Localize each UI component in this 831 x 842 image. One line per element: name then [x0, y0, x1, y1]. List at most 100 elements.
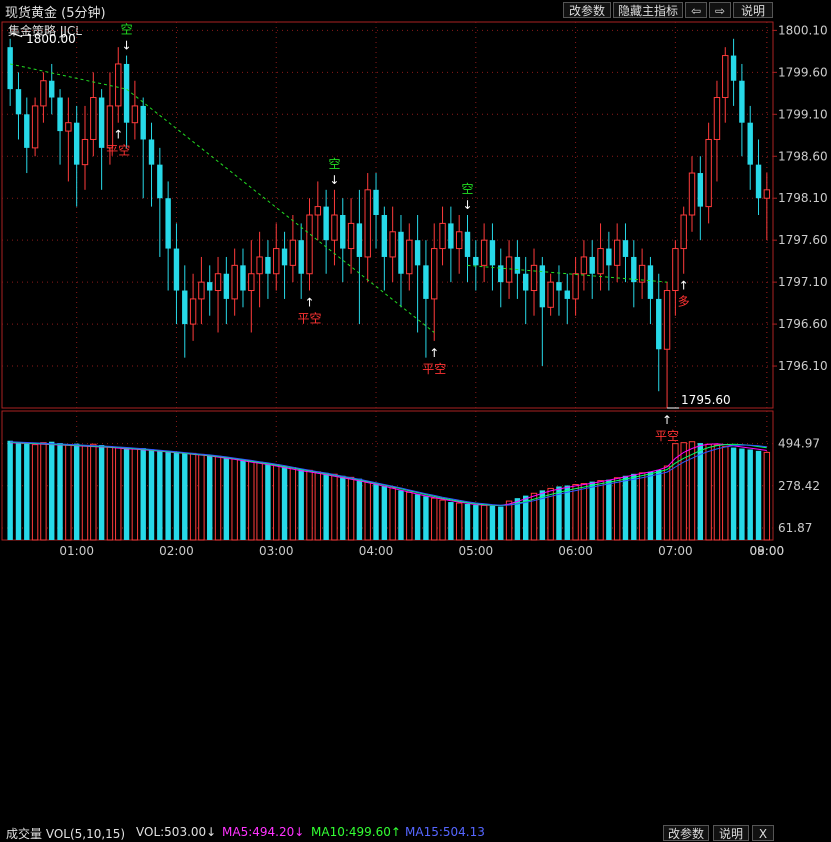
volume-bar — [755, 450, 762, 540]
volume-bar — [356, 478, 363, 540]
volume-bar — [81, 445, 89, 541]
candle-body — [240, 265, 246, 291]
candle-body — [613, 239, 621, 266]
cover-signal-label: 平空 — [655, 429, 679, 443]
volume-bar — [406, 491, 413, 541]
vol-edit-params-button[interactable]: 改参数 — [663, 825, 709, 841]
volume-bar — [57, 443, 63, 540]
candle-body — [7, 47, 13, 90]
volume-bar — [223, 457, 230, 540]
volume-bar — [306, 469, 313, 541]
candle-body — [389, 231, 396, 258]
candle-body — [480, 239, 488, 266]
volume-bar — [40, 442, 47, 541]
candle-body — [747, 122, 753, 165]
signal-arrow: ↑ — [679, 279, 689, 293]
candle-body — [597, 248, 604, 275]
close-icon[interactable]: X — [752, 825, 774, 841]
volume-bar — [606, 479, 612, 540]
volume-bar — [90, 443, 97, 541]
candle-body — [373, 189, 379, 215]
volume-bar — [739, 448, 745, 540]
volume-bar — [314, 471, 322, 541]
candle-body — [663, 290, 671, 350]
volume-bar — [705, 443, 712, 541]
candle-body — [298, 240, 304, 274]
volume-bar — [240, 459, 246, 540]
volume-bar — [381, 485, 388, 540]
candle-body — [115, 63, 122, 107]
volume-bar — [763, 451, 771, 541]
volume-bar — [747, 449, 753, 540]
candle-body — [505, 256, 513, 283]
candle-body — [73, 122, 80, 165]
volume-bar — [331, 473, 338, 541]
volume-bar — [65, 444, 72, 541]
candle-body — [713, 97, 721, 140]
ma10-line — [10, 441, 767, 507]
volume-bar — [564, 485, 570, 540]
volume-bar — [622, 475, 629, 540]
candle-body — [522, 273, 529, 291]
candle-body — [106, 105, 114, 149]
cover-signal-label: 平空 — [297, 312, 321, 326]
candle-body — [547, 281, 554, 308]
candle-body — [306, 214, 313, 275]
vol-help-button[interactable]: 说明 — [713, 825, 749, 841]
volume-bar — [663, 465, 671, 541]
volume-bar — [182, 452, 188, 540]
candle-body — [214, 273, 222, 292]
volume-bar — [157, 450, 163, 540]
time-tick-label: 07:00 — [658, 544, 693, 558]
price-tick-label: 1799.10 — [778, 107, 828, 121]
time-tick-label: 06:00 — [558, 544, 593, 558]
candle-body — [722, 55, 729, 99]
volume-bar — [713, 444, 721, 541]
volume-bar — [423, 496, 429, 540]
candle-body — [439, 222, 446, 250]
signal-arrow: ↑ — [113, 128, 123, 142]
candle-body — [90, 97, 97, 140]
volume-bar — [473, 504, 479, 540]
candle-body — [697, 173, 704, 207]
volume-bar — [73, 443, 80, 540]
candle-body — [381, 215, 388, 257]
trendline — [10, 63, 127, 90]
volume-bar — [340, 475, 346, 540]
volume-bar — [323, 472, 329, 540]
volume-bar — [281, 466, 288, 540]
volume-bar — [207, 455, 213, 540]
vol-value: VOL:503.00↓ — [136, 825, 217, 839]
price-tick-label: 1797.10 — [778, 275, 828, 289]
candle-body — [131, 105, 139, 124]
candle-body — [564, 290, 570, 299]
candle-body — [165, 198, 171, 249]
candle-body — [314, 206, 322, 216]
volume-bar — [398, 490, 404, 540]
short-signal-arrow: ↓ — [462, 198, 472, 212]
volume-bar — [489, 505, 496, 540]
volume-bar — [697, 443, 704, 540]
volume-bar — [106, 446, 114, 541]
candle-body — [223, 273, 230, 299]
candle-body — [281, 248, 288, 266]
candle-body — [81, 138, 89, 166]
price-tick-label: 1796.60 — [778, 317, 828, 331]
signal-arrow: ↑ — [304, 296, 314, 310]
candle-body — [672, 248, 679, 292]
volume-bar — [265, 463, 271, 540]
candle-body — [414, 240, 421, 266]
volume-bar — [15, 442, 22, 540]
volume-bar — [455, 502, 463, 541]
candle-body — [98, 97, 105, 148]
volume-bar — [638, 472, 646, 541]
volume-bar — [431, 497, 438, 541]
candle-body — [356, 223, 363, 257]
volume-bar — [613, 477, 621, 541]
short-signal-label: 空 — [121, 23, 133, 37]
candle-body — [248, 273, 255, 292]
volume-bar — [730, 447, 737, 540]
volume-bar — [647, 471, 654, 540]
candle-body — [431, 248, 438, 300]
candle-body — [556, 282, 562, 291]
